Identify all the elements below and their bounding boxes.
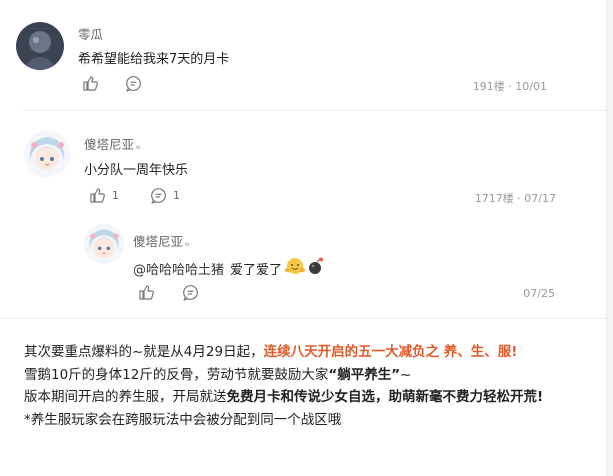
reply-body: 爱了爱了 (230, 262, 283, 278)
comment-text: 小分队一周年快乐 (84, 163, 189, 178)
level-icon: ℴ (136, 142, 141, 152)
commenter-name[interactable]: 零瓜 (78, 24, 103, 43)
reply-button[interactable]: 1 (150, 187, 180, 204)
bold-text: “躺平养生” (328, 366, 401, 383)
article-text: *养生服玩家会在跨服玩法中会被分配到同一个战区哦 (24, 411, 342, 428)
reply-text: @哈哈哈哈土猪 爱了爱了 (133, 256, 324, 280)
comment-page: 零瓜 希希望能给我来7天的月卡 191楼 · 10/01 傻塔尼亚 ℴ 小分队一… (0, 0, 606, 476)
avatar[interactable] (84, 224, 124, 264)
divider (0, 318, 606, 319)
article-paragraph: 雪鹅10斤的身体12斤的反骨，劳动节就要鼓励大家“躺平养生”~ (24, 364, 594, 387)
like-button[interactable] (82, 75, 105, 92)
commenter-name[interactable]: 傻塔尼亚 ℴ (84, 134, 140, 153)
article-text: ~ (400, 366, 412, 383)
reply-count: 1 (173, 189, 180, 202)
avatar[interactable] (16, 22, 64, 70)
like-count: 1 (112, 189, 119, 202)
article-text: 版本期间开启的养生服，开局就送 (24, 389, 227, 405)
floor-date: 1717楼 · 07/17 (474, 192, 556, 205)
thumbs-up-icon (90, 188, 105, 203)
thumbs-up-icon (83, 76, 98, 91)
bomb-emoji-icon (307, 256, 324, 280)
article-paragraph: *养生服玩家会在跨服玩法中会被分配到同一个战区哦 (24, 409, 594, 432)
thumbs-up-icon (139, 285, 154, 300)
reply-author-name-text: 傻塔尼亚 (133, 234, 184, 249)
article-paragraph: 版本期间开启的养生服，开局就送免费月卡和传说少女自选，助萌新毫不费力轻松开荒! (24, 386, 594, 409)
mention-link[interactable]: @哈哈哈哈土猪 (133, 259, 224, 278)
comment-icon (183, 285, 198, 301)
reply-author-name[interactable]: 傻塔尼亚 ℴ (133, 231, 189, 250)
article-paragraph: 其次要重点爆料的~就是从4月29日起，连续八天开启的五一大减负之 养、生、服! (24, 341, 594, 364)
comment-icon (151, 188, 166, 204)
bold-text: 免费月卡和传说少女自选，助萌新毫不费力轻松开荒! (226, 389, 544, 405)
commenter-name-text: 傻塔尼亚 (84, 137, 135, 152)
scrollbar[interactable] (606, 0, 613, 476)
reply-button[interactable] (125, 75, 148, 92)
comment-text: 希希望能给我来7天的月卡 (78, 52, 230, 67)
highlight-text: 连续八天开启的五一大减负之 养、生、服! (263, 344, 518, 360)
floor-date: 191楼 · 10/01 (472, 80, 547, 93)
article-text: 其次要重点爆料的~就是从4月29日起， (24, 344, 264, 360)
avatar[interactable] (24, 131, 70, 177)
reply-button[interactable] (182, 284, 199, 301)
hug-emoji-icon (284, 256, 306, 280)
reply-date: 07/25 (523, 287, 555, 300)
level-icon: ℴ (185, 239, 190, 249)
like-button[interactable]: 1 (89, 187, 119, 204)
article-body: 其次要重点爆料的~就是从4月29日起，连续八天开启的五一大减负之 养、生、服! … (24, 341, 594, 431)
article-text: 雪鹅10斤的身体12斤的反骨，劳动节就要鼓励大家 (24, 366, 329, 383)
comment-icon (126, 76, 141, 92)
divider (22, 110, 606, 111)
like-button[interactable] (138, 284, 155, 301)
